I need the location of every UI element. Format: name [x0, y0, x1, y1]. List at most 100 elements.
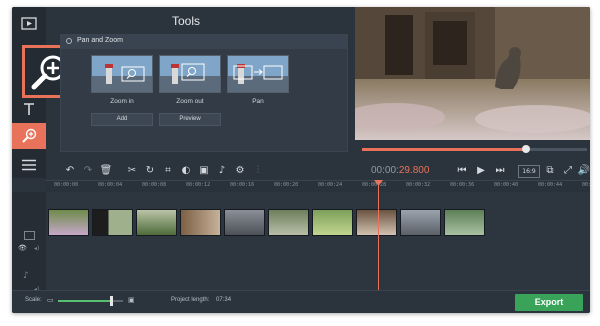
fullscreen-icon: ⤢	[564, 165, 572, 176]
play-button[interactable]: ▶	[473, 163, 489, 179]
playback-time: 00:00:29.800	[371, 165, 429, 176]
preview-button[interactable]: Preview	[159, 113, 221, 126]
playhead-line[interactable]	[378, 180, 379, 292]
media-tab[interactable]	[12, 10, 46, 36]
scale-max-icon[interactable]: ▣	[128, 296, 135, 304]
timeline-tracks[interactable]	[46, 192, 590, 292]
pan-icon	[228, 56, 288, 92]
zoom-out-icon	[160, 56, 220, 92]
app-window: Tools Pan and Zoom Zoom in Zoom out Pan …	[12, 7, 590, 313]
delete-button[interactable]: 🗑	[98, 163, 114, 179]
audio-track-icon: ♪	[23, 271, 29, 281]
seek-bar[interactable]	[362, 145, 587, 153]
image-icon: ▣	[199, 165, 209, 176]
skip-forward-button[interactable]: ⏭	[492, 163, 508, 179]
preset-zoom-out[interactable]	[159, 55, 221, 93]
pan-zoom-group: Pan and Zoom Zoom in Zoom out Pan Add Pr…	[60, 34, 348, 152]
scale-fill	[58, 300, 112, 302]
project-length: Project length: 07:34	[171, 297, 231, 303]
preset-label-zoom-out: Zoom out	[176, 98, 204, 105]
menu-icon	[22, 159, 36, 171]
video-clip[interactable]	[400, 209, 441, 236]
play-icon: ▶	[477, 165, 485, 176]
group-label: Pan and Zoom	[77, 37, 123, 44]
undo-button[interactable]: ↶	[62, 163, 78, 179]
video-clip[interactable]	[224, 209, 265, 236]
undo-icon: ↶	[65, 165, 75, 176]
popout-icon: ⧉	[546, 165, 554, 176]
settings-button[interactable]: ⚙	[232, 163, 248, 179]
ruler-tick-label: 00:00:04	[98, 182, 123, 188]
video-clip[interactable]	[136, 209, 177, 236]
redo-button[interactable]: ↷	[80, 163, 96, 179]
skip-forward-icon: ⏭	[495, 165, 505, 176]
scale-min-icon[interactable]: ▭	[47, 296, 54, 304]
media-icon	[21, 16, 37, 30]
rotate-button[interactable]: ↻	[142, 163, 158, 179]
zoom-tool-tab[interactable]	[12, 123, 46, 149]
track-volume-icon[interactable]: ◂)	[34, 245, 39, 252]
edit-toolbar: ↶ ↷ 🗑 ✂ ↻ ⌗ ◐ ▣ ♪ ⚙ ⫶ 00:00:29.800 ⏮ ▶ ⏭…	[46, 162, 590, 180]
add-button[interactable]: Add	[91, 113, 153, 126]
crop-button[interactable]: ⌗	[160, 163, 176, 179]
ruler-tick-label: 00:00:48	[582, 182, 590, 188]
skip-back-icon: ⏮	[457, 165, 467, 176]
time-elapsed: 00:00:	[371, 165, 399, 176]
project-length-label: Project length:	[171, 297, 210, 303]
scissors-icon: ✂	[127, 165, 137, 176]
text-tab[interactable]	[12, 96, 46, 122]
zoom-tool-icon	[22, 128, 37, 143]
zoom-in-icon	[92, 56, 152, 92]
video-clip[interactable]	[180, 209, 221, 236]
ruler-tick-label: 00:00:12	[186, 182, 211, 188]
rotate-icon: ↻	[145, 165, 155, 176]
cut-button[interactable]: ✂	[124, 163, 140, 179]
video-preview	[355, 7, 590, 140]
preset-pan[interactable]	[227, 55, 289, 93]
ruler-tick-label: 00:00:00	[54, 182, 79, 188]
ruler-tick-label: 00:00:40	[494, 182, 519, 188]
skip-back-button[interactable]: ⏮	[454, 163, 470, 179]
ruler-tick-label: 00:00:28	[362, 182, 387, 188]
ruler-tick-label: 00:00:32	[406, 182, 431, 188]
video-clip[interactable]	[444, 209, 485, 236]
ruler-tick-label: 00:00:36	[450, 182, 475, 188]
trash-icon: 🗑	[99, 165, 113, 176]
visibility-eye-icon[interactable]: 👁	[18, 244, 27, 252]
video-clip[interactable]	[268, 209, 309, 236]
time-elapsed-fraction: 29.800	[398, 165, 430, 176]
text-icon	[24, 103, 34, 115]
video-clip[interactable]	[356, 209, 397, 236]
seek-handle[interactable]	[522, 145, 531, 153]
video-clip[interactable]	[312, 209, 353, 236]
volume-icon: 🔊	[577, 165, 590, 176]
menu-tab[interactable]	[12, 152, 46, 178]
popout-button[interactable]: ⧉	[542, 163, 558, 179]
ruler-tick-label: 00:00:24	[318, 182, 343, 188]
ruler-tick-label: 00:00:20	[274, 182, 299, 188]
collapse-icon	[66, 38, 72, 44]
image-button[interactable]: ▣	[196, 163, 212, 179]
export-button[interactable]: Export	[515, 294, 583, 311]
aspect-ratio-button[interactable]: 16:9	[518, 165, 540, 178]
equalizer-button[interactable]: ⫶	[250, 163, 266, 179]
scale-slider[interactable]	[58, 296, 123, 306]
record-audio-button[interactable]: ♪	[214, 163, 230, 179]
seek-progress	[362, 148, 527, 151]
redo-icon: ↷	[83, 165, 93, 176]
preset-label-zoom-in: Zoom in	[110, 98, 134, 105]
video-clip[interactable]	[92, 209, 133, 236]
bottom-bar: Scale: ▭ ▣ Project length: 07:34 Export	[12, 290, 590, 313]
preview-frame	[355, 7, 590, 140]
scale-handle[interactable]	[110, 296, 114, 306]
volume-button[interactable]: 🔊	[576, 163, 590, 179]
preset-zoom-in[interactable]	[91, 55, 153, 93]
track-headers: 👁 ◂) ♪ ◂)	[12, 192, 46, 293]
video-clip[interactable]	[48, 209, 89, 236]
color-adjust-button[interactable]: ◐	[178, 163, 194, 179]
gear-icon: ⚙	[235, 165, 245, 176]
ruler-tick-label: 00:00:16	[230, 182, 255, 188]
fullscreen-button[interactable]: ⤢	[560, 163, 576, 179]
group-header[interactable]: Pan and Zoom	[61, 35, 347, 49]
contrast-icon: ◐	[181, 165, 191, 176]
